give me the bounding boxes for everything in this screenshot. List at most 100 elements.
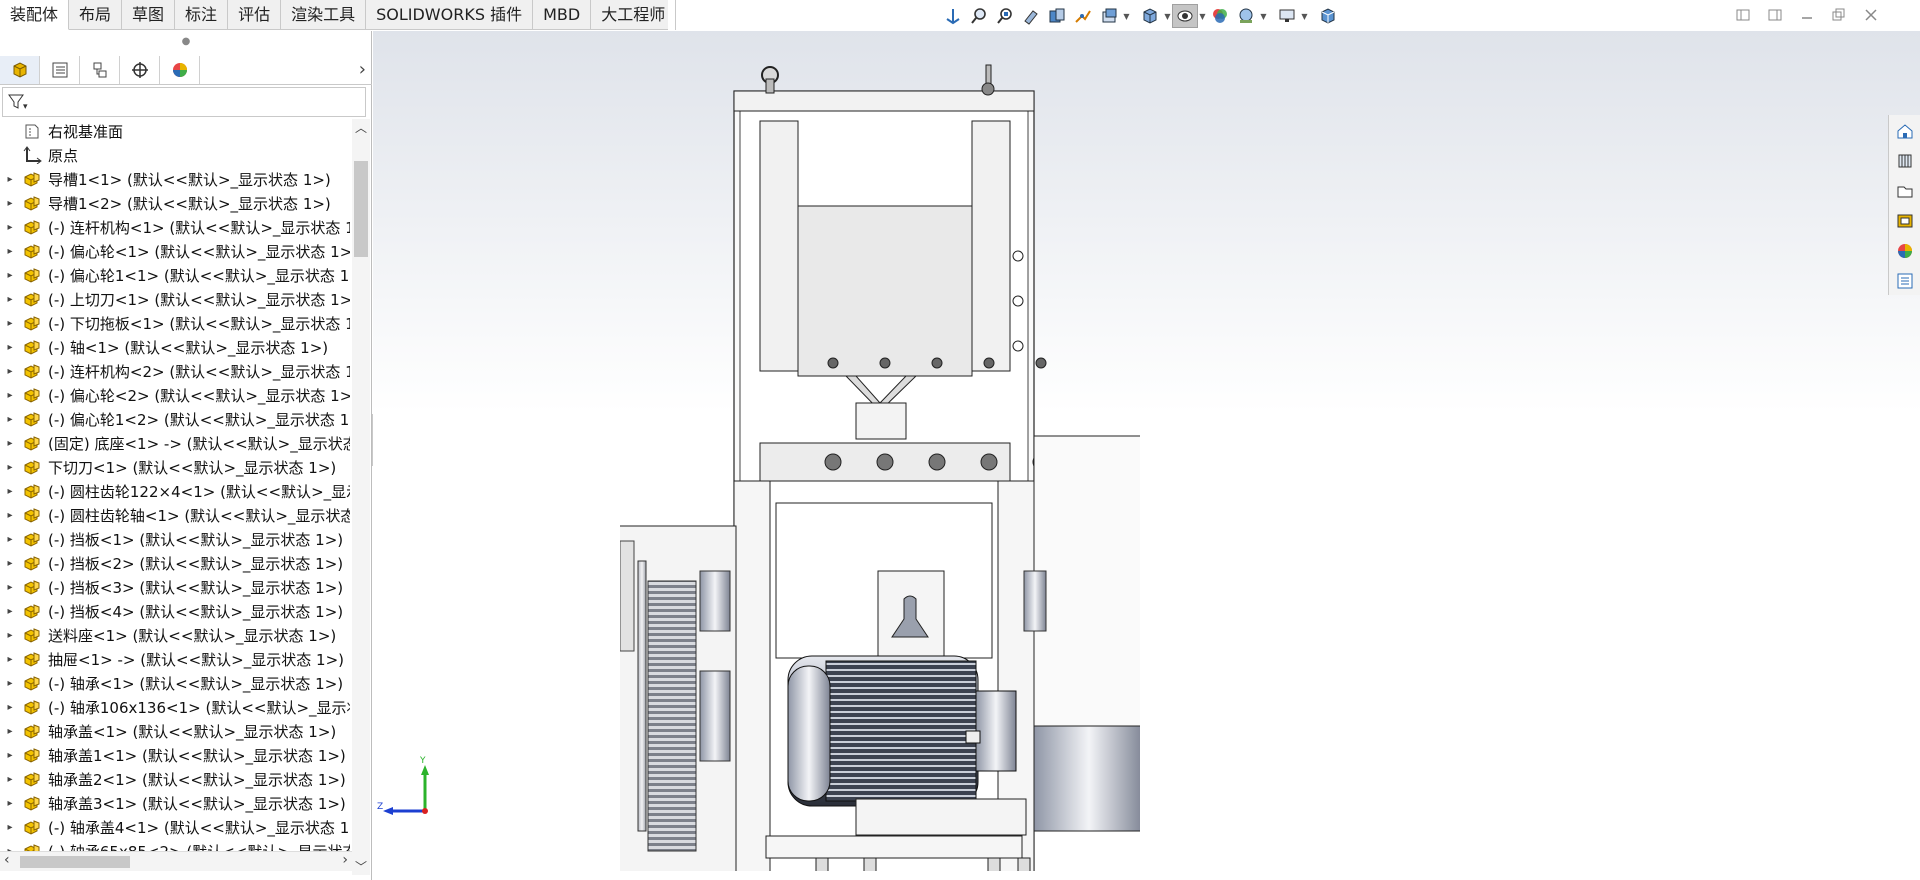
- expand-arrow-icon[interactable]: ▸: [0, 798, 20, 809]
- file-explorer-icon[interactable]: [1893, 179, 1917, 203]
- tree-item[interactable]: ▸ (-) 连杆机构<1> (默认<<默认>_显示状态 1>: [0, 215, 350, 239]
- scroll-down-icon[interactable]: ﹀: [355, 858, 367, 875]
- tree-item[interactable]: ▸ (-) 连杆机构<2> (默认<<默认>_显示状态 1>: [0, 359, 350, 383]
- expand-arrow-icon[interactable]: ▸: [0, 726, 20, 737]
- tree-horizontal-scrollbar[interactable]: ‹ ›: [0, 851, 352, 871]
- tree-item[interactable]: ▸ (-) 轴<1> (默认<<默认>_显示状态 1>): [0, 335, 350, 359]
- tile-left-icon[interactable]: [1734, 6, 1752, 24]
- property-manager-tab-icon[interactable]: [40, 55, 80, 84]
- tree-item[interactable]: 原点: [0, 143, 350, 167]
- expand-arrow-icon[interactable]: ▸: [0, 222, 20, 233]
- view-palette-icon[interactable]: [1893, 209, 1917, 233]
- graphics-area[interactable]: [373, 31, 1920, 880]
- zoom-area-icon[interactable]: [992, 4, 1018, 28]
- tree-item[interactable]: ▸ 导槽1<2> (默认<<默认>_显示状态 1>): [0, 191, 350, 215]
- tab-layout[interactable]: 布局: [69, 0, 123, 30]
- expand-arrow-icon[interactable]: ▸: [0, 630, 20, 641]
- design-library-icon[interactable]: [1893, 149, 1917, 173]
- tab-markup[interactable]: 标注: [175, 0, 229, 30]
- tree-vertical-scrollbar[interactable]: ︿ ﹀: [352, 119, 370, 875]
- tree-item[interactable]: ▸ 轴承盖<1> (默认<<默认>_显示状态 1>): [0, 719, 350, 743]
- tree-item[interactable]: ▸ (-) 轴承盖4<1> (默认<<默认>_显示状态 1>): [0, 815, 350, 839]
- custom-properties-icon[interactable]: [1893, 269, 1917, 293]
- scroll-left-icon[interactable]: ‹: [4, 852, 10, 868]
- tree-item[interactable]: ▸ (-) 轴承<1> (默认<<默认>_显示状态 1>): [0, 671, 350, 695]
- tree-item[interactable]: ▸ (-) 上切刀<1> (默认<<默认>_显示状态 1>): [0, 287, 350, 311]
- home-icon[interactable]: [1893, 119, 1917, 143]
- dynamic-annotation-icon[interactable]: [1070, 4, 1096, 28]
- tab-solidworks-addins[interactable]: SOLIDWORKS 插件: [366, 0, 534, 30]
- expand-arrow-icon[interactable]: ▸: [0, 678, 20, 689]
- tree-item[interactable]: ▸ (-) 挡板<4> (默认<<默认>_显示状态 1>): [0, 599, 350, 623]
- expand-arrow-icon[interactable]: ▸: [0, 366, 20, 377]
- expand-arrow-icon[interactable]: ▸: [0, 390, 20, 401]
- chevron-right-icon[interactable]: ›: [359, 59, 366, 80]
- tree-item[interactable]: ▸ (-) 下切拖板<1> (默认<<默认>_显示状态 1>: [0, 311, 350, 335]
- expand-arrow-icon[interactable]: ▸: [0, 174, 20, 185]
- tab-engineer[interactable]: 大工程师: [591, 0, 677, 30]
- 3d-view-icon[interactable]: [1315, 4, 1341, 28]
- scrollbar-thumb[interactable]: [354, 161, 368, 257]
- chevron-down-icon[interactable]: ▼: [1163, 4, 1172, 28]
- display-style-icon[interactable]: [1137, 4, 1163, 28]
- expand-arrow-icon[interactable]: ▸: [0, 486, 20, 497]
- tree-item[interactable]: ▸ (-) 圆柱齿轮122×4<1> (默认<<默认>_显示: [0, 479, 350, 503]
- expand-arrow-icon[interactable]: ▸: [0, 414, 20, 425]
- scrollbar-thumb[interactable]: [20, 856, 130, 868]
- tab-render-tools[interactable]: 渲染工具: [281, 0, 367, 30]
- tab-sketch[interactable]: 草图: [122, 0, 176, 30]
- tree-item[interactable]: ▸ (-) 挡板<2> (默认<<默认>_显示状态 1>): [0, 551, 350, 575]
- expand-arrow-icon[interactable]: ▸: [0, 270, 20, 281]
- view-orient-icon[interactable]: [940, 4, 966, 28]
- restore-icon[interactable]: [1830, 6, 1848, 24]
- configuration-manager-tab-icon[interactable]: [80, 55, 120, 84]
- tree-item[interactable]: ▸ (-) 偏心轮<2> (默认<<默认>_显示状态 1>): [0, 383, 350, 407]
- chevron-down-icon[interactable]: ▼: [1259, 4, 1268, 28]
- tree-item[interactable]: ▸ (-) 偏心轮<1> (默认<<默认>_显示状态 1>): [0, 239, 350, 263]
- tab-assembly[interactable]: 装配体: [0, 0, 70, 30]
- tree-item[interactable]: ▸ 送料座<1> (默认<<默认>_显示状态 1>): [0, 623, 350, 647]
- expand-arrow-icon[interactable]: ▸: [0, 702, 20, 713]
- tree-item[interactable]: ▸ (-) 轴承106x136<1> (默认<<默认>_显示状: [0, 695, 350, 719]
- expand-arrow-icon[interactable]: ▸: [0, 558, 20, 569]
- expand-arrow-icon[interactable]: ▸: [0, 534, 20, 545]
- expand-arrow-icon[interactable]: ▸: [0, 462, 20, 473]
- expand-arrow-icon[interactable]: ▸: [0, 606, 20, 617]
- expand-arrow-icon[interactable]: ▸: [0, 822, 20, 833]
- expand-arrow-icon[interactable]: ▸: [0, 438, 20, 449]
- close-icon[interactable]: [1862, 6, 1880, 24]
- filter-icon[interactable]: ▾: [7, 93, 29, 111]
- feature-manager-tab-icon[interactable]: [0, 55, 40, 84]
- expand-arrow-icon[interactable]: ▸: [0, 294, 20, 305]
- tree-item[interactable]: ▸ 轴承盖3<1> (默认<<默认>_显示状态 1>): [0, 791, 350, 815]
- minimize-icon[interactable]: [1798, 6, 1816, 24]
- tree-item[interactable]: ▸ 下切刀<1> (默认<<默认>_显示状态 1>): [0, 455, 350, 479]
- expand-arrow-icon[interactable]: ▸: [0, 318, 20, 329]
- expand-arrow-icon[interactable]: ▸: [0, 342, 20, 353]
- tree-item[interactable]: ▸ (-) 偏心轮1<2> (默认<<默认>_显示状态 1>): [0, 407, 350, 431]
- display-manager-tab-icon[interactable]: [160, 55, 200, 84]
- tree-item[interactable]: ▸ (-) 圆柱齿轮轴<1> (默认<<默认>_显示状态: [0, 503, 350, 527]
- view-settings-icon[interactable]: [1096, 4, 1122, 28]
- expand-arrow-icon[interactable]: ▸: [0, 654, 20, 665]
- expand-arrow-icon[interactable]: ▸: [0, 750, 20, 761]
- panel-grip[interactable]: ●: [0, 31, 372, 53]
- previous-view-icon[interactable]: [1018, 4, 1044, 28]
- section-view-icon[interactable]: [1044, 4, 1070, 28]
- chevron-down-icon[interactable]: ▼: [1122, 4, 1131, 28]
- tree-item[interactable]: ▸ 轴承盖2<1> (默认<<默认>_显示状态 1>): [0, 767, 350, 791]
- tile-right-icon[interactable]: [1766, 6, 1784, 24]
- expand-arrow-icon[interactable]: ▸: [0, 510, 20, 521]
- tree-item[interactable]: ▸ (固定) 底座<1> -> (默认<<默认>_显示状态: [0, 431, 350, 455]
- expand-arrow-icon[interactable]: ▸: [0, 246, 20, 257]
- scroll-right-icon[interactable]: ›: [342, 852, 348, 868]
- scroll-up-icon[interactable]: ︿: [355, 119, 367, 136]
- hide-show-icon[interactable]: [1172, 4, 1198, 28]
- tree-item[interactable]: ▸ 导槽1<1> (默认<<默认>_显示状态 1>): [0, 167, 350, 191]
- appearances-icon[interactable]: [1893, 239, 1917, 263]
- chevron-down-icon[interactable]: ▼: [1300, 4, 1309, 28]
- tree-item[interactable]: 右视基准面: [0, 119, 350, 143]
- chevron-down-icon[interactable]: ▼: [1198, 4, 1207, 28]
- tree-filter[interactable]: ▾: [2, 87, 366, 117]
- dimxpert-manager-tab-icon[interactable]: [120, 55, 160, 84]
